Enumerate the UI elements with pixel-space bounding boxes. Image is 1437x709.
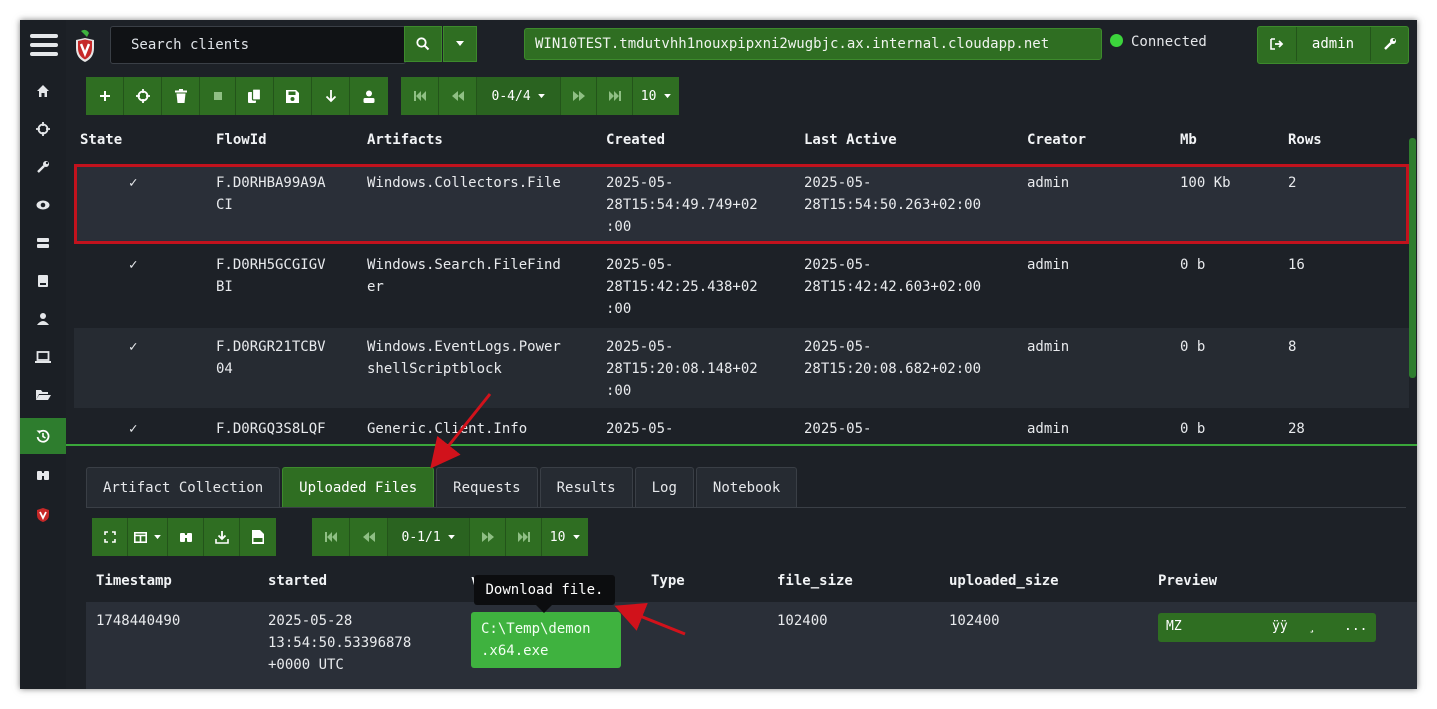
arrow-to-uploaded-files [430,393,492,469]
arrow-to-tooltip [614,602,686,636]
annotation-arrows [430,393,686,636]
velociraptor-window: WIN10TEST.tmdutvhh1nouxpipxni2wugbjc.ax.… [20,20,1417,689]
